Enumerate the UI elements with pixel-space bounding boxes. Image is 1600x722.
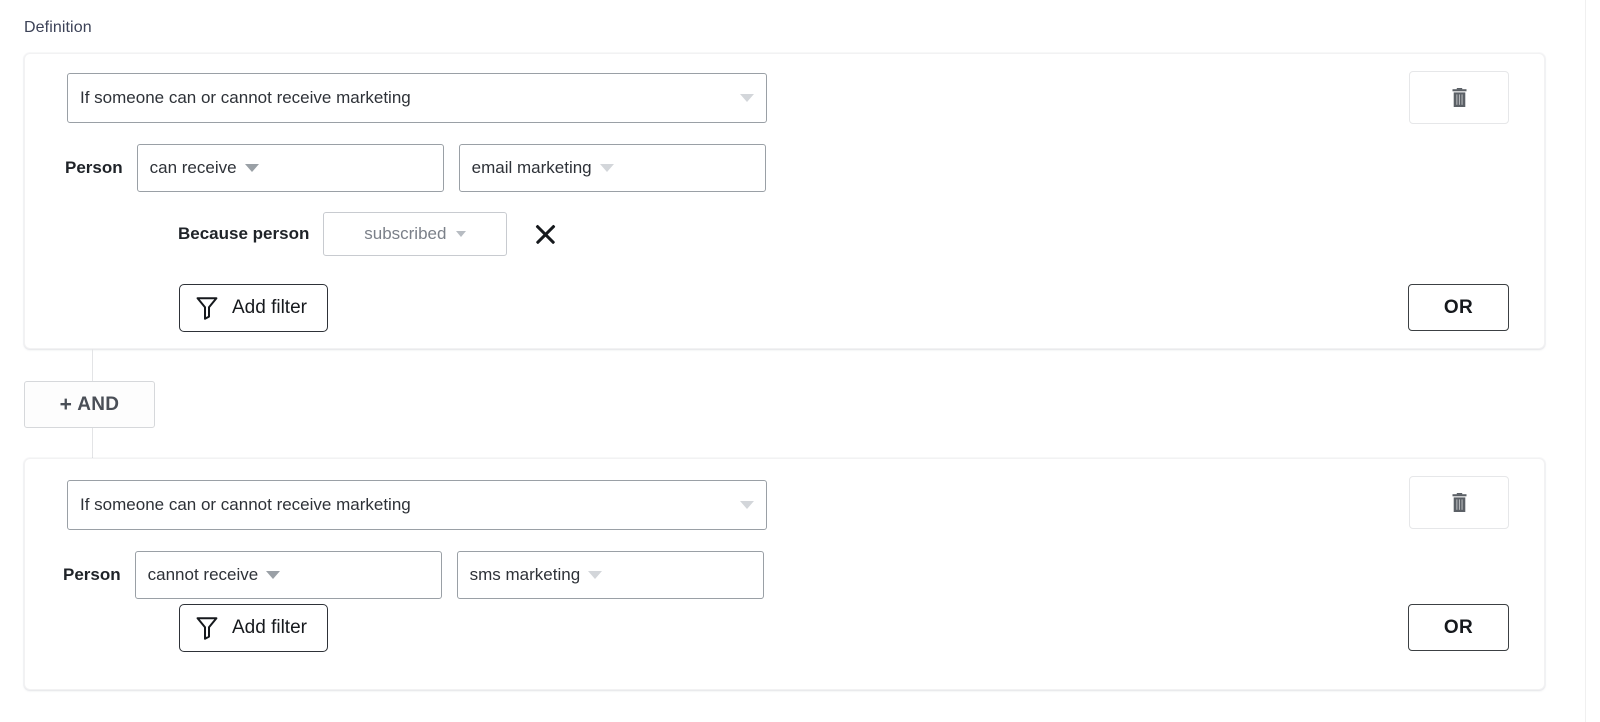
operator-select-2-value: cannot receive — [147, 565, 259, 584]
channel-select-2[interactable]: sms marketing — [456, 551, 764, 599]
page-edge-divider — [1585, 0, 1586, 722]
channel-select-1-value: email marketing — [471, 158, 592, 177]
trigger-select-1[interactable]: If someone can or cannot receive marketi… — [67, 73, 767, 123]
trigger-select-1-value: If someone can or cannot receive marketi… — [80, 88, 411, 107]
add-filter-label-1: Add filter — [232, 297, 307, 318]
plus-icon: + — [59, 393, 73, 416]
operator-select-2[interactable]: cannot receive — [134, 551, 442, 599]
chevron-down-icon — [266, 571, 281, 579]
chevron-down-icon — [244, 164, 259, 172]
chevron-down-icon — [588, 571, 603, 579]
channel-select-1[interactable]: email marketing — [458, 144, 766, 192]
reason-select[interactable]: subscribed — [323, 212, 508, 256]
filter-funnel-icon — [196, 617, 218, 640]
operator-select-1[interactable]: can receive — [136, 144, 444, 192]
trash-icon — [1452, 87, 1466, 107]
chevron-down-icon — [740, 94, 754, 102]
add-filter-button-1[interactable]: Add filter — [179, 284, 328, 332]
condition-group-card-2: If someone can or cannot receive marketi… — [24, 458, 1545, 690]
condition-group-card-1: If someone can or cannot receive marketi… — [24, 53, 1545, 349]
because-person-label: Because person — [178, 224, 310, 243]
and-button-label: AND — [77, 393, 120, 415]
reason-select-value: subscribed — [364, 224, 447, 243]
channel-select-2-value: sms marketing — [469, 565, 581, 584]
because-person-row: Because person subscribed — [178, 212, 559, 256]
page-title: Definition — [24, 19, 92, 36]
trigger-select-2-value: If someone can or cannot receive marketi… — [80, 495, 411, 514]
person-row-2: Person cannot receive sms marketing — [63, 551, 764, 599]
chevron-down-icon — [740, 501, 754, 509]
close-icon[interactable] — [531, 220, 559, 248]
delete-group-button-2[interactable] — [1409, 476, 1509, 529]
trigger-select-2[interactable]: If someone can or cannot receive marketi… — [67, 480, 767, 530]
person-label-2: Person — [63, 565, 121, 584]
add-filter-button-2[interactable]: Add filter — [179, 604, 328, 652]
add-filter-label-2: Add filter — [232, 617, 307, 638]
trash-icon — [1452, 492, 1466, 512]
person-row-1: Person can receive email marketing — [65, 144, 766, 192]
operator-select-1-value: can receive — [149, 158, 237, 177]
person-label-1: Person — [65, 158, 123, 177]
filter-funnel-icon — [196, 297, 218, 320]
or-button-2[interactable]: OR — [1408, 604, 1509, 651]
definition-builder-page: Definition If someone can or cannot rece… — [0, 0, 1600, 722]
chevron-down-icon — [456, 231, 467, 237]
chevron-down-icon — [599, 164, 614, 172]
delete-group-button-1[interactable] — [1409, 71, 1509, 124]
or-button-1[interactable]: OR — [1408, 284, 1509, 331]
add-and-group-button[interactable]: + AND — [24, 381, 155, 428]
